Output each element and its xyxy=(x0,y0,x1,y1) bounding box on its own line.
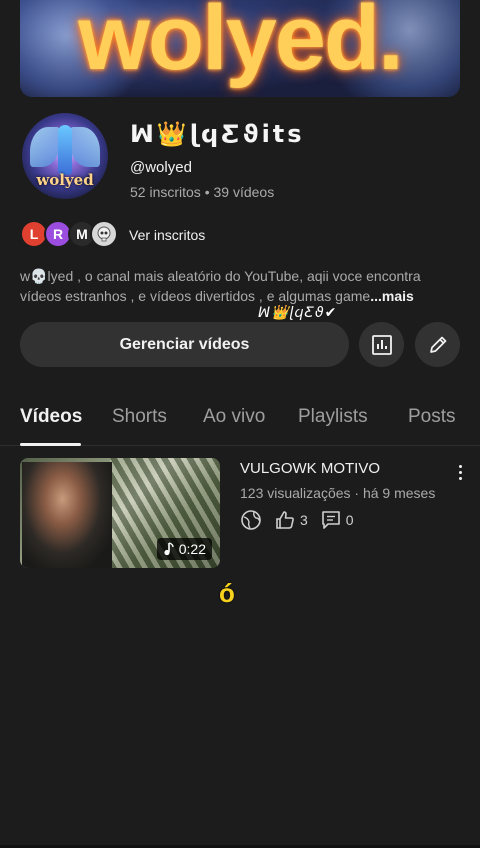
caption-overlay: ó xyxy=(219,578,235,608)
channel-name: ꟽ👑ɭϥƸϑits xyxy=(130,120,305,148)
comment-icon xyxy=(321,511,340,529)
edit-channel-button[interactable] xyxy=(415,322,460,367)
video-quick-stats: 3 0 xyxy=(240,508,360,532)
channel-stats: 52 inscritos • 39 vídeos xyxy=(130,184,275,200)
active-tab-indicator xyxy=(20,443,81,446)
description-text: w💀lyed , o canal mais aleatório do YouTu… xyxy=(20,268,421,304)
channel-banner: wolyed. xyxy=(20,0,460,97)
comments-count: 0 xyxy=(345,512,354,528)
likes-indicator[interactable]: 3 xyxy=(274,509,308,531)
visibility-indicator[interactable] xyxy=(240,509,262,531)
thumbs-up-icon xyxy=(276,511,294,529)
video-thumbnail[interactable]: 0:22 xyxy=(20,458,220,568)
view-subscribers-link[interactable]: Ver inscritos xyxy=(129,227,205,243)
globe-icon xyxy=(241,510,261,530)
more-options-icon[interactable] xyxy=(452,462,468,482)
skull-icon xyxy=(97,226,111,242)
video-meta: 123 visualizações · há 9 meses xyxy=(240,485,436,501)
avatar-wing-right xyxy=(70,127,100,167)
description-more-link[interactable]: ...mais xyxy=(370,288,414,304)
duration-badge: 0:22 xyxy=(156,538,212,560)
avatar-wing-left xyxy=(30,127,60,167)
comments-indicator[interactable]: 0 xyxy=(320,509,354,531)
bar-chart-icon xyxy=(371,334,392,355)
tab-live[interactable]: Ao vivo xyxy=(203,406,265,428)
tab-posts[interactable]: Posts xyxy=(408,406,456,428)
tab-videos[interactable]: Vídeos xyxy=(20,406,82,428)
thumbnail-person xyxy=(22,462,112,568)
banner-logo: wolyed. xyxy=(78,0,403,89)
pencil-icon xyxy=(429,336,446,353)
subscriber-avatar xyxy=(90,220,118,248)
music-note-icon xyxy=(164,542,174,556)
tab-playlists[interactable]: Playlists xyxy=(298,406,368,428)
name-sticker-overlay: ꟽ👑ɭϥƸϑ✔ xyxy=(258,305,338,321)
channel-tabs: Vídeos Shorts Ao vivo Playlists Posts xyxy=(0,392,480,446)
channel-description[interactable]: w💀lyed , o canal mais aleatório do YouTu… xyxy=(20,266,460,306)
likes-count: 3 xyxy=(300,512,308,528)
manage-videos-button[interactable]: Gerenciar vídeos xyxy=(20,322,349,367)
avatar-label: wolyed xyxy=(36,171,94,189)
tab-shorts[interactable]: Shorts xyxy=(112,406,167,428)
duration-text: 0:22 xyxy=(178,541,206,557)
video-title[interactable]: VULGOWK MOTIVO xyxy=(240,460,380,477)
channel-handle: @wolyed xyxy=(130,159,192,176)
channel-avatar[interactable]: wolyed xyxy=(22,113,108,199)
video-list-item[interactable]: 0:22 VULGOWK MOTIVO 123 visualizações · … xyxy=(20,458,470,568)
avatar-figure xyxy=(58,125,72,175)
manage-videos-label: Gerenciar vídeos xyxy=(119,335,250,353)
analytics-button[interactable] xyxy=(359,322,404,367)
